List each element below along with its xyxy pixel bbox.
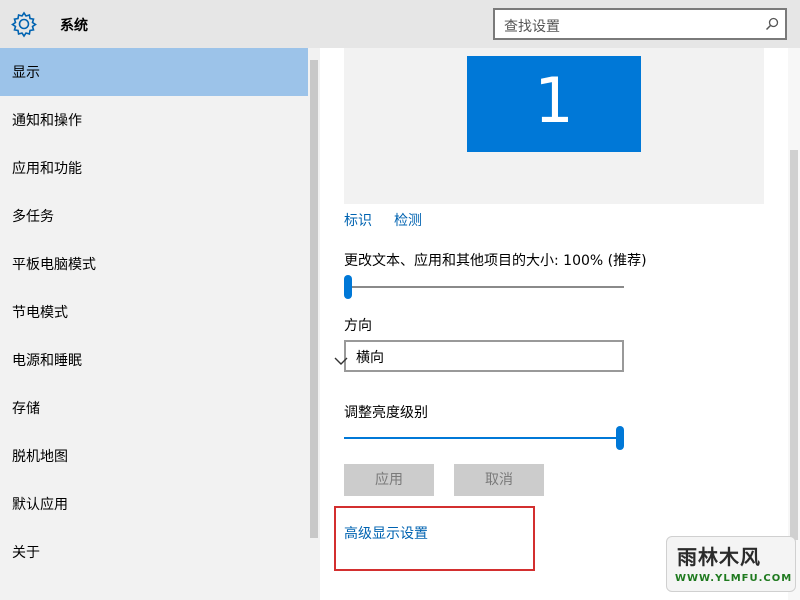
main-scroll-thumb[interactable]	[790, 150, 798, 540]
gear-icon	[10, 10, 38, 38]
sidebar-item-battery-saver[interactable]: 节电模式	[0, 288, 308, 336]
orientation-label: 方向	[344, 318, 372, 334]
sidebar-item-storage[interactable]: 存储	[0, 384, 308, 432]
sidebar-item-tablet-mode[interactable]: 平板电脑模式	[0, 240, 308, 288]
scale-label: 更改文本、应用和其他项目的大小: 100% (推荐)	[344, 253, 647, 269]
sidebar-item-label: 节电模式	[12, 305, 68, 321]
title-bar: 系统 查找设置	[0, 0, 800, 48]
monitor-number: 1	[534, 64, 574, 137]
sidebar-scroll-thumb[interactable]	[310, 60, 318, 538]
sidebar-item-label: 电源和睡眠	[12, 353, 82, 369]
sidebar-item-notifications[interactable]: 通知和操作	[0, 96, 308, 144]
sidebar-item-multitasking[interactable]: 多任务	[0, 192, 308, 240]
scale-slider-track[interactable]	[344, 286, 624, 288]
search-placeholder: 查找设置	[504, 19, 560, 35]
watermark-name: 雨林木风	[677, 545, 761, 569]
identify-link[interactable]: 标识	[344, 210, 372, 230]
brightness-slider-thumb[interactable]	[616, 426, 624, 450]
sidebar-item-offline-maps[interactable]: 脱机地图	[0, 432, 308, 480]
search-input[interactable]: 查找设置	[493, 8, 787, 40]
sidebar-item-default-apps[interactable]: 默认应用	[0, 480, 308, 528]
sidebar-item-label: 通知和操作	[12, 113, 82, 129]
detect-link[interactable]: 检测	[394, 210, 422, 230]
sidebar-item-label: 关于	[12, 545, 40, 561]
cancel-button[interactable]: 取消	[454, 464, 544, 496]
sidebar-item-label: 多任务	[12, 209, 54, 225]
sidebar-item-label: 存储	[12, 401, 40, 417]
orientation-dropdown[interactable]: 横向	[334, 340, 624, 372]
monitor-tile[interactable]: 1	[467, 56, 641, 152]
brightness-label: 调整亮度级别	[344, 405, 428, 421]
sidebar-item-label: 显示	[12, 65, 40, 81]
watermark-url: WWW.YLMFU.COM	[675, 573, 793, 584]
watermark-logo: 雨林木风 WWW.YLMFU.COM	[666, 536, 796, 592]
sidebar-item-label: 脱机地图	[12, 449, 68, 465]
orientation-value: 横向	[356, 350, 384, 366]
sidebar-item-power-sleep[interactable]: 电源和睡眠	[0, 336, 308, 384]
app-title: 系统	[60, 18, 88, 34]
sidebar-item-label: 平板电脑模式	[12, 257, 96, 273]
scale-slider-thumb[interactable]	[344, 275, 352, 299]
sidebar-item-label: 应用和功能	[12, 161, 82, 177]
brightness-slider-track[interactable]	[344, 437, 620, 439]
apply-button[interactable]: 应用	[344, 464, 434, 496]
sidebar-item-about[interactable]: 关于	[0, 528, 308, 576]
highlight-annotation	[334, 506, 535, 571]
sidebar-item-label: 默认应用	[12, 497, 68, 513]
sidebar-item-display[interactable]: 显示	[0, 48, 308, 96]
sidebar-item-apps[interactable]: 应用和功能	[0, 144, 308, 192]
